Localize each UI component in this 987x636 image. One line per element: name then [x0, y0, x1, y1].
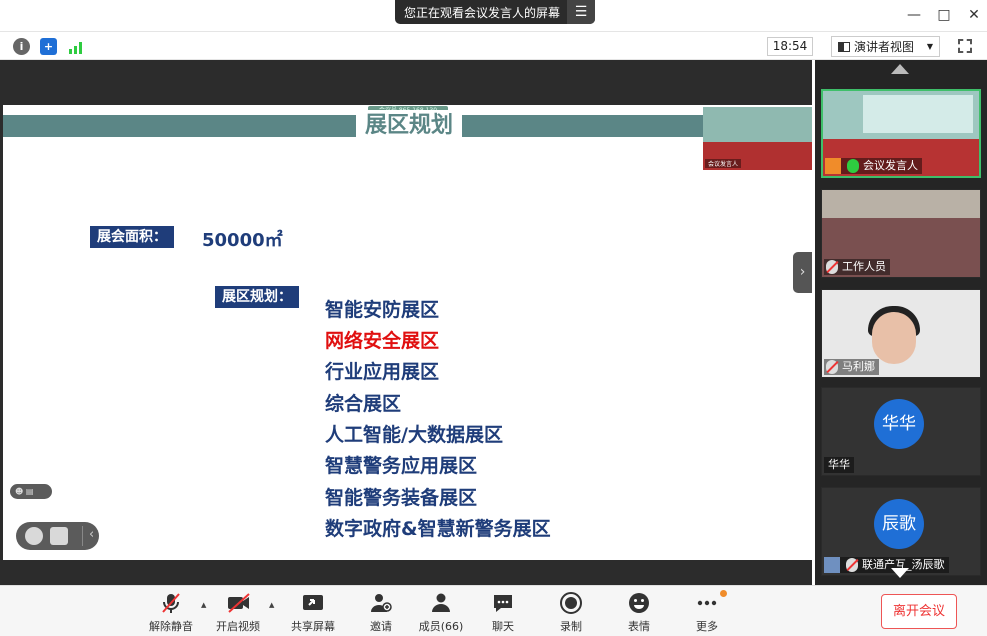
- emoji-button[interactable]: 表情: [609, 590, 669, 634]
- speaker-view-icon: [838, 41, 850, 52]
- participant-name: 工作人员: [824, 259, 890, 275]
- speaker-thumbnail[interactable]: 会议发言人: [703, 107, 812, 170]
- meeting-toolbar: i + 18:54 演讲者视图 ▼: [0, 31, 987, 60]
- participant-name: 联通产互_汤辰歌: [824, 557, 949, 573]
- emoji-icon: [628, 592, 650, 614]
- chat-bubble-icon: [492, 592, 514, 614]
- banner-text: 您正在观看会议发言人的屏幕: [404, 5, 561, 20]
- area-value: 50000㎡: [202, 230, 283, 251]
- collapse-arrow-icon[interactable]: ‹: [89, 527, 94, 542]
- leave-meeting-button[interactable]: 离开会议: [881, 594, 957, 629]
- participant-tile[interactable]: 辰歌 联通产互_汤辰歌: [821, 487, 981, 576]
- meeting-window: 您正在观看会议发言人的屏幕 ☰ — □ ✕ i + 18:54 演讲者视图 ▼ …: [0, 0, 987, 636]
- control-bar: 解除静音 ▲ 开启视频 ▲ 共享屏幕 邀请 成员(66) 聊天 录制 表情 更多…: [0, 585, 987, 636]
- participant-name: 马利娜: [824, 359, 879, 375]
- gallery-toggle-arrow-icon[interactable]: ›: [793, 252, 812, 293]
- invite-button[interactable]: 邀请: [351, 590, 411, 634]
- user-avatar-icon: [825, 158, 841, 174]
- reaction-pill[interactable]: ☻ ▤: [10, 484, 52, 499]
- title-bar: 您正在观看会议发言人的屏幕 ☰ — □ ✕: [0, 0, 987, 31]
- video-options-caret-icon[interactable]: ▲: [269, 601, 274, 609]
- mic-muted-icon: [846, 558, 858, 572]
- minimize-button[interactable]: —: [906, 6, 922, 24]
- more-button[interactable]: 更多: [677, 590, 737, 634]
- slide-title: 展区规划: [356, 110, 462, 142]
- screen-share-banner: 您正在观看会议发言人的屏幕 ☰: [395, 0, 595, 24]
- shared-screen-area: 会议号 865 168 130 展区规划 展会面积： 50000㎡ 展区规划： …: [3, 60, 812, 585]
- participant-avatar: 华华: [874, 399, 924, 449]
- participant-tile[interactable]: 马利娜: [821, 289, 981, 378]
- mic-muted-icon: [826, 360, 838, 374]
- record-button[interactable]: 录制: [541, 590, 601, 634]
- more-dots-icon: [696, 590, 727, 614]
- participant-avatar: 辰歌: [874, 499, 924, 549]
- zone-item: 智能安防展区: [325, 299, 440, 321]
- view-mode-label: 演讲者视图: [854, 40, 915, 54]
- mic-muted-icon: [826, 260, 838, 274]
- record-icon: [560, 592, 582, 614]
- zone-item: 行业应用展区: [325, 361, 440, 383]
- user-avatar-icon: [824, 557, 840, 573]
- share-screen-button[interactable]: 共享屏幕: [283, 590, 343, 634]
- maximize-button[interactable]: □: [936, 6, 952, 24]
- mic-on-icon: [847, 159, 859, 173]
- zone-item: 综合展区: [325, 393, 402, 415]
- start-video-button[interactable]: 开启视频: [208, 590, 268, 634]
- zone-item: 数字政府&智慧新警务展区: [325, 518, 551, 540]
- scroll-down-icon[interactable]: [891, 568, 909, 578]
- zone-item: 智慧警务应用展区: [325, 455, 478, 477]
- view-mode-select[interactable]: 演讲者视图 ▼: [831, 36, 940, 57]
- slide-header-bar-right: [465, 115, 703, 137]
- divider: [82, 526, 83, 546]
- users-icon: [430, 592, 452, 614]
- video-off-icon: [227, 592, 250, 614]
- info-icon[interactable]: i: [13, 38, 30, 55]
- chevron-down-icon: ▼: [926, 42, 933, 51]
- zones-label: 展区规划：: [215, 286, 299, 308]
- scroll-up-icon[interactable]: [891, 64, 909, 74]
- mic-muted-icon: [160, 592, 182, 614]
- notification-dot: [720, 590, 727, 597]
- chat-button[interactable]: 聊天: [473, 590, 533, 634]
- zone-item: 智能警务装备展区: [325, 487, 478, 509]
- signal-strength-icon[interactable]: [68, 38, 85, 55]
- participant-tile[interactable]: 会议发言人: [821, 89, 981, 178]
- participant-gallery: 会议发言人 工作人员 马利娜 华华 华华 辰歌 联通产互_汤辰歌: [815, 60, 987, 585]
- unmute-button[interactable]: 解除静音: [141, 590, 201, 634]
- emoji-icon[interactable]: [25, 527, 43, 545]
- fullscreen-icon[interactable]: [958, 39, 972, 53]
- security-shield-icon[interactable]: +: [40, 38, 57, 55]
- participant-name: 华华: [824, 457, 854, 473]
- zone-item-highlighted: 网络安全展区: [325, 330, 440, 352]
- close-button[interactable]: ✕: [966, 6, 982, 24]
- zone-item: 人工智能/大数据展区: [325, 424, 503, 446]
- add-user-icon: [370, 592, 392, 614]
- pip-name: 会议发言人: [705, 159, 742, 168]
- chat-bubble-icon[interactable]: [50, 527, 68, 545]
- participant-tile[interactable]: 工作人员: [821, 189, 981, 278]
- presentation-slide: 会议号 865 168 130 展区规划 展会面积： 50000㎡ 展区规划： …: [3, 105, 812, 560]
- area-label: 展会面积：: [90, 226, 174, 248]
- members-button[interactable]: 成员(66): [411, 590, 471, 634]
- participant-tile[interactable]: 华华 华华: [821, 387, 981, 476]
- audio-options-caret-icon[interactable]: ▲: [201, 601, 206, 609]
- pip-scene-wall: [703, 107, 812, 142]
- share-screen-icon: [302, 592, 324, 614]
- menu-icon[interactable]: ☰: [567, 0, 595, 24]
- quick-chat-bar: ‹: [16, 522, 99, 550]
- participant-name: 会议发言人: [825, 158, 922, 174]
- meeting-clock: 18:54: [767, 37, 813, 56]
